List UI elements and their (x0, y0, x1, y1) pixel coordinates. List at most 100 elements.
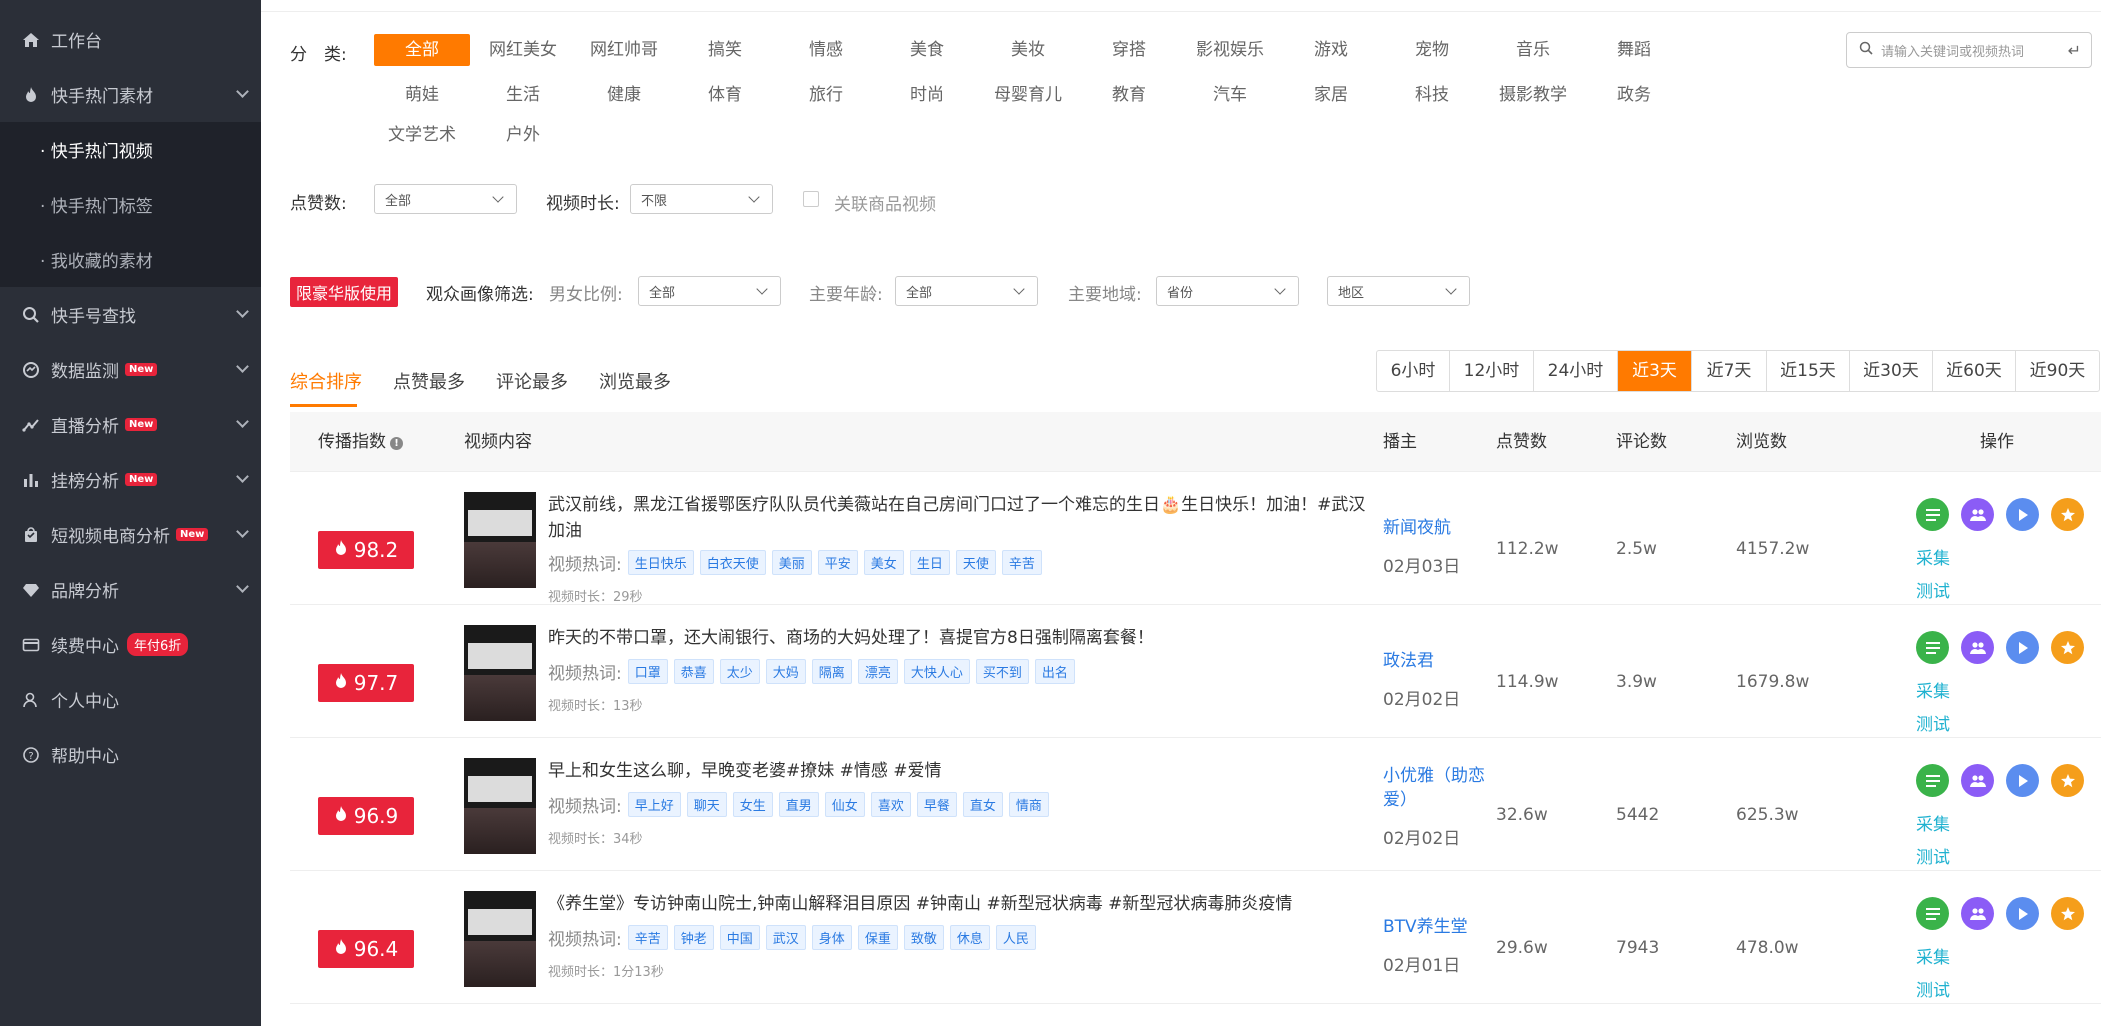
sidebar-item-workbench[interactable]: 工作台 (0, 12, 261, 67)
sidebar-item-live-analysis[interactable]: 直播分析 New (0, 397, 261, 452)
star-icon[interactable] (2051, 764, 2084, 797)
test-link[interactable]: 测试 (1916, 976, 1950, 1001)
hot-word-tag[interactable]: 早餐 (916, 792, 957, 817)
enter-icon[interactable]: ↵ (2068, 41, 2081, 60)
category-item[interactable]: 全部 (374, 34, 470, 66)
hot-word-tag[interactable]: 喜欢 (870, 792, 911, 817)
hot-word-tag[interactable]: 大妈 (765, 659, 806, 684)
hot-word-tag[interactable]: 人民 (995, 925, 1036, 950)
search-box[interactable]: 请输入关键词或视频热词 ↵ (1846, 32, 2092, 68)
hot-word-tag[interactable]: 直男 (778, 792, 819, 817)
play-icon[interactable] (2006, 498, 2039, 531)
list-icon[interactable] (1916, 498, 1949, 531)
test-link[interactable]: 测试 (1916, 710, 1950, 735)
hot-word-tag[interactable]: 漂亮 (857, 659, 898, 684)
related-goods-checkbox[interactable] (803, 191, 819, 207)
category-item[interactable]: 音乐 (1485, 34, 1581, 66)
category-item[interactable]: 游戏 (1283, 34, 1379, 66)
hot-word-tag[interactable]: 中国 (719, 925, 760, 950)
category-item[interactable]: 生活 (475, 79, 571, 111)
category-item[interactable]: 情感 (778, 34, 874, 66)
hot-word-tag[interactable]: 平安 (817, 550, 858, 575)
sidebar-item-ranking-analysis[interactable]: 挂榜分析 New (0, 452, 261, 507)
sort-tab-most-liked[interactable]: 点赞最多 (393, 368, 465, 394)
sidebar-item-account-search[interactable]: 快手号查找 (0, 287, 261, 342)
category-item[interactable]: 宠物 (1384, 34, 1480, 66)
hot-word-tag[interactable]: 早上好 (627, 792, 681, 817)
hot-word-tag[interactable]: 辛苦 (1001, 550, 1042, 575)
hot-word-tag[interactable]: 买不到 (975, 659, 1029, 684)
category-item[interactable]: 家居 (1283, 79, 1379, 111)
time-range-15d[interactable]: 近15天 (1767, 351, 1850, 391)
category-item[interactable]: 政务 (1586, 79, 1682, 111)
video-thumbnail[interactable] (464, 758, 536, 854)
hot-word-tag[interactable]: 保重 (857, 925, 898, 950)
hot-word-tag[interactable]: 生日 (909, 550, 950, 575)
hot-word-tag[interactable]: 情商 (1008, 792, 1049, 817)
category-item[interactable]: 穿搭 (1081, 34, 1177, 66)
audience-icon[interactable] (1961, 498, 1994, 531)
hot-word-tag[interactable]: 大快人心 (903, 659, 970, 684)
category-item[interactable]: 体育 (677, 79, 773, 111)
collect-link[interactable]: 采集 (1916, 943, 1950, 968)
hot-word-tag[interactable]: 仙女 (824, 792, 865, 817)
audience-icon[interactable] (1961, 764, 1994, 797)
play-icon[interactable] (2006, 897, 2039, 930)
list-icon[interactable] (1916, 764, 1949, 797)
hot-word-tag[interactable]: 休息 (949, 925, 990, 950)
sidebar-subitem-hot-tags[interactable]: · 快手热门标签 (0, 177, 261, 232)
category-item[interactable]: 旅行 (778, 79, 874, 111)
host-name[interactable]: BTV养生堂 (1383, 915, 1493, 939)
hot-word-tag[interactable]: 出名 (1034, 659, 1075, 684)
hot-word-tag[interactable]: 身体 (811, 925, 852, 950)
play-icon[interactable] (2006, 764, 2039, 797)
video-thumbnail[interactable] (464, 492, 536, 588)
duration-select[interactable]: 不限 (630, 184, 773, 214)
hot-word-tag[interactable]: 武汉 (765, 925, 806, 950)
audience-icon[interactable] (1961, 631, 1994, 664)
category-item[interactable]: 网红美女 (475, 34, 571, 66)
sidebar-item-brand-analysis[interactable]: 品牌分析 (0, 562, 261, 617)
gender-select[interactable]: 全部 (638, 276, 781, 306)
category-item[interactable]: 网红帅哥 (576, 34, 672, 66)
hot-word-tag[interactable]: 辛苦 (627, 925, 668, 950)
hot-word-tag[interactable]: 生日快乐 (627, 550, 694, 575)
hot-word-tag[interactable]: 致敬 (903, 925, 944, 950)
collect-link[interactable]: 采集 (1916, 677, 1950, 702)
play-icon[interactable] (2006, 631, 2039, 664)
likes-select[interactable]: 全部 (374, 184, 517, 214)
list-icon[interactable] (1916, 631, 1949, 664)
video-title[interactable]: 武汉前线，黑龙江省援鄂医疗队队员代美薇站在自己房间门口过了一个难忘的生日🎂生日快… (548, 492, 1368, 544)
category-item[interactable]: 文学艺术 (374, 119, 470, 151)
category-item[interactable]: 健康 (576, 79, 672, 111)
audience-icon[interactable] (1961, 897, 1994, 930)
video-thumbnail[interactable] (464, 891, 536, 987)
time-range-90d[interactable]: 近90天 (2016, 351, 2099, 391)
area-select[interactable]: 地区 (1327, 276, 1470, 306)
sidebar-item-ecommerce-analysis[interactable]: 短视频电商分析 New (0, 507, 261, 562)
test-link[interactable]: 测试 (1916, 843, 1950, 868)
time-range-3d[interactable]: 近3天 (1618, 351, 1692, 391)
hot-word-tag[interactable]: 女生 (732, 792, 773, 817)
sort-tab-most-viewed[interactable]: 浏览最多 (599, 368, 671, 394)
age-select[interactable]: 全部 (895, 276, 1038, 306)
collect-link[interactable]: 采集 (1916, 544, 1950, 569)
category-item[interactable]: 影视娱乐 (1182, 34, 1278, 66)
host-name[interactable]: 新闻夜航 (1383, 516, 1493, 540)
time-range-60d[interactable]: 近60天 (1933, 351, 2016, 391)
sidebar-item-monitoring[interactable]: 数据监测 New (0, 342, 261, 397)
hot-word-tag[interactable]: 天使 (955, 550, 996, 575)
sidebar-subitem-hot-videos[interactable]: · 快手热门视频 (0, 122, 261, 177)
video-thumbnail[interactable] (464, 625, 536, 721)
sidebar-item-hot-material[interactable]: 快手热门素材 (0, 67, 261, 122)
time-range-12h[interactable]: 12小时 (1450, 351, 1534, 391)
category-item[interactable]: 萌娃 (374, 79, 470, 111)
hot-word-tag[interactable]: 隔离 (811, 659, 852, 684)
star-icon[interactable] (2051, 897, 2084, 930)
hot-word-tag[interactable]: 口罩 (627, 659, 668, 684)
video-title[interactable]: 《养生堂》专访钟南山院士,钟南山解释泪目原因 #钟南山 #新型冠状病毒 #新型冠… (548, 891, 1368, 917)
category-item[interactable]: 搞笑 (677, 34, 773, 66)
video-title[interactable]: 早上和女生这么聊，早晚变老婆#撩妹 #情感 #爱情 (548, 758, 1368, 784)
category-item[interactable]: 美妆 (980, 34, 1076, 66)
hot-word-tag[interactable]: 钟老 (673, 925, 714, 950)
